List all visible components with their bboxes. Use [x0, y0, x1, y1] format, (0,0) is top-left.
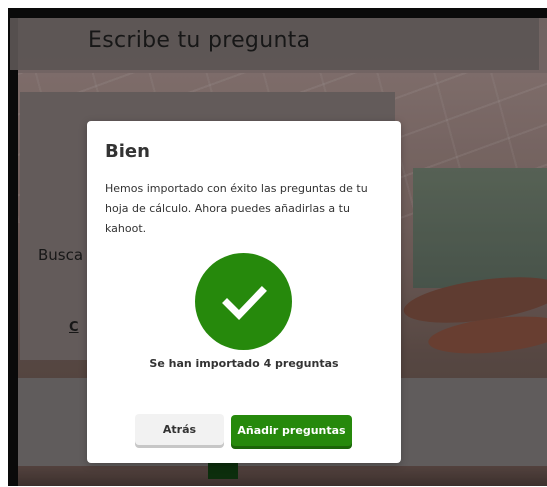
dialog-title: Bien	[105, 141, 150, 162]
back-button[interactable]: Atrás	[135, 414, 224, 445]
import-success-dialog: Bien Hemos importado con éxito las pregu…	[87, 121, 401, 463]
add-questions-button[interactable]: Añadir preguntas	[231, 415, 352, 446]
checkmark-icon	[195, 253, 292, 350]
import-status-text: Se han importado 4 preguntas	[149, 357, 339, 370]
dialog-message: Hemos importado con éxito las preguntas …	[105, 182, 368, 235]
